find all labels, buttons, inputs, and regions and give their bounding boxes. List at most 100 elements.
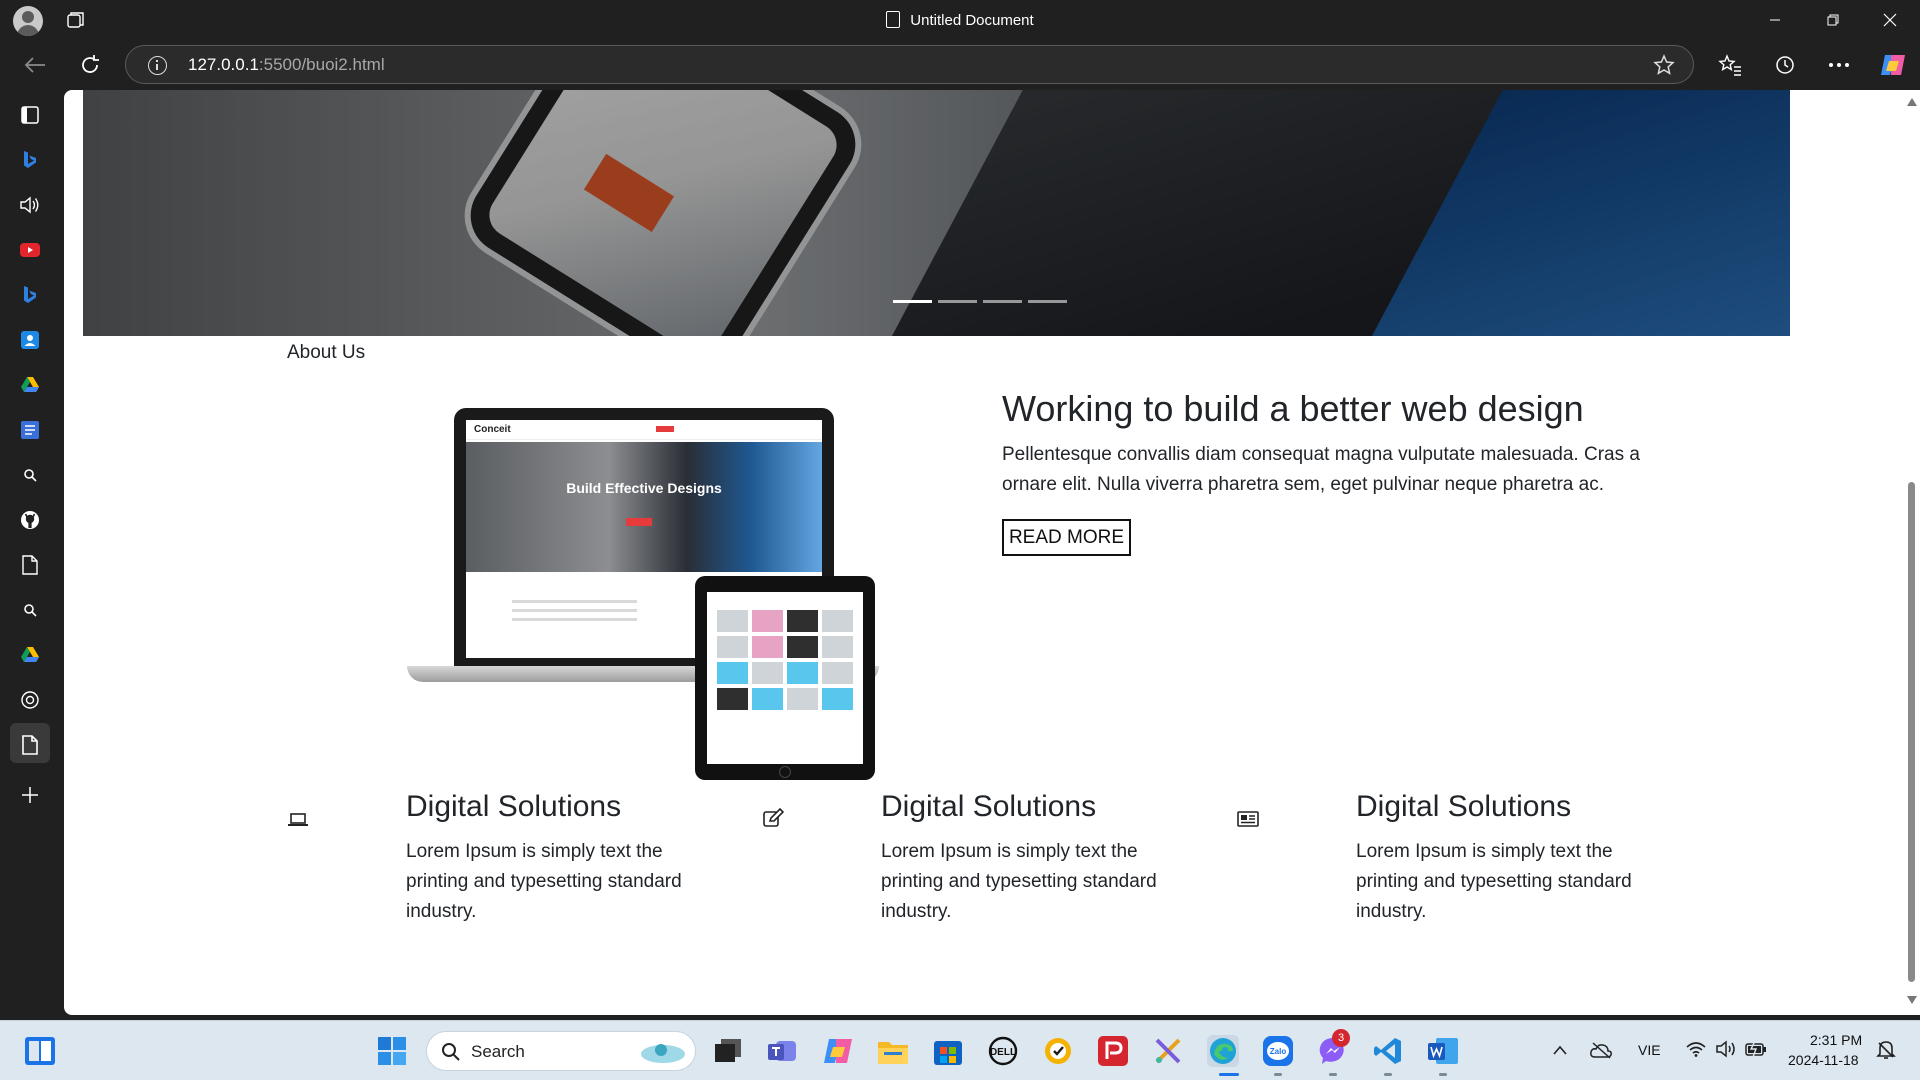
sidebar-contacts-button[interactable] xyxy=(18,328,42,352)
widgets-icon xyxy=(25,1037,55,1065)
refresh-button[interactable] xyxy=(73,48,107,82)
sidebar-youtube-button[interactable] xyxy=(18,238,42,262)
sidebar-search-2-button[interactable] xyxy=(18,598,42,622)
carousel-indicator[interactable] xyxy=(983,300,1022,303)
task-view-button[interactable] xyxy=(712,1035,744,1067)
file-explorer-app[interactable] xyxy=(877,1035,909,1067)
word-app[interactable] xyxy=(1427,1035,1459,1067)
zalo-icon: Zalo xyxy=(1263,1036,1293,1066)
page-scrollbar[interactable] xyxy=(1903,90,1920,1015)
favorite-star-icon[interactable] xyxy=(1653,54,1675,76)
search-icon xyxy=(24,469,37,482)
edit-icon xyxy=(763,808,784,827)
battery-charging-icon[interactable] xyxy=(1745,1041,1767,1057)
document-icon xyxy=(22,735,38,755)
carousel-indicators xyxy=(893,300,1067,303)
scroll-down-arrow-icon[interactable] xyxy=(1907,996,1917,1004)
vscode-app[interactable] xyxy=(1372,1035,1404,1067)
feature-title: Working to build a better web design xyxy=(1002,388,1584,429)
store-app[interactable] xyxy=(932,1035,964,1067)
sidebar-search-button[interactable] xyxy=(18,463,42,487)
sidebar-file-button[interactable] xyxy=(18,553,42,577)
sidebar-bing-button[interactable] xyxy=(18,148,42,172)
document-icon xyxy=(886,11,901,28)
google-drive-icon xyxy=(21,647,39,662)
sidebar-drive-button[interactable] xyxy=(18,373,42,397)
sidebar-chatgpt-button[interactable] xyxy=(18,688,42,712)
more-menu-button[interactable] xyxy=(1822,48,1856,82)
service-title: Digital Solutions xyxy=(1356,790,1572,823)
clock-time[interactable]: 2:31 PM xyxy=(1810,1032,1862,1048)
windows-logo-icon xyxy=(378,1037,406,1065)
back-button[interactable] xyxy=(18,48,52,82)
word-running-indicator xyxy=(1439,1073,1447,1076)
history-button[interactable] xyxy=(1768,48,1802,82)
favorites-button[interactable] xyxy=(1713,48,1747,82)
sidebar-drive-2-button[interactable] xyxy=(18,643,42,667)
more-dots-icon xyxy=(1829,63,1849,67)
minimize-button[interactable] xyxy=(1748,0,1802,40)
volume-icon[interactable] xyxy=(1716,1040,1738,1058)
sidebar-docs-button[interactable] xyxy=(18,418,42,442)
search-icon xyxy=(442,1043,460,1061)
scrollbar-thumb[interactable] xyxy=(1908,482,1915,982)
history-icon xyxy=(1776,56,1794,74)
restore-button[interactable] xyxy=(1806,0,1860,40)
edge-app[interactable] xyxy=(1207,1035,1239,1067)
copilot-button[interactable] xyxy=(1876,48,1910,82)
zalo-running-indicator xyxy=(1274,1073,1282,1076)
close-window-button[interactable] xyxy=(1863,0,1917,40)
input-language[interactable]: VIE xyxy=(1638,1042,1661,1058)
sidebar-github-button[interactable] xyxy=(18,508,42,532)
carousel-indicator[interactable] xyxy=(1028,300,1067,303)
newspaper-icon xyxy=(1237,811,1259,827)
search-icon xyxy=(24,604,37,617)
wifi-icon[interactable] xyxy=(1686,1041,1706,1057)
svg-text:Zalo: Zalo xyxy=(1270,1047,1287,1056)
folder-icon xyxy=(878,1042,908,1064)
feature-text: Pellentesque convallis diam consequat ma… xyxy=(1002,444,1640,495)
snipping-app[interactable] xyxy=(1152,1035,1184,1067)
widgets-button[interactable] xyxy=(24,1035,56,1067)
messenger-running-indicator xyxy=(1329,1073,1337,1076)
sidebar-current-page-button[interactable] xyxy=(18,733,42,757)
site-info-icon[interactable] xyxy=(148,56,167,75)
start-button[interactable] xyxy=(376,1035,408,1067)
sidebar-tabs-button[interactable] xyxy=(18,103,42,127)
read-more-button[interactable]: READ MORE xyxy=(1002,519,1131,556)
sidebar-bing-2-button[interactable] xyxy=(18,283,42,307)
taskbar-search-box[interactable]: Search xyxy=(426,1031,696,1071)
scroll-up-arrow-icon[interactable] xyxy=(1907,98,1917,106)
sidebar-add-button[interactable] xyxy=(18,783,42,807)
url-text[interactable]: 127.0.0.1:5500/buoi2.html xyxy=(188,55,385,75)
powerpoint-red-app[interactable] xyxy=(1097,1035,1129,1067)
carousel-indicator[interactable] xyxy=(893,300,932,303)
mockup-brand: Conceit xyxy=(474,424,511,435)
teams-app[interactable] xyxy=(767,1035,799,1067)
bing-icon xyxy=(24,151,36,168)
service-title: Digital Solutions xyxy=(406,790,622,823)
tray-chevron-up-icon[interactable] xyxy=(1553,1045,1567,1055)
svg-text:DELL: DELL xyxy=(990,1047,1016,1058)
mockup-tablet xyxy=(695,576,875,780)
dell-app[interactable]: DELL xyxy=(987,1035,1019,1067)
sidebar-read-aloud-button[interactable] xyxy=(18,193,42,217)
copilot-app[interactable] xyxy=(822,1035,854,1067)
service-text: Lorem Ipsum is simply text the printing … xyxy=(406,841,682,922)
dell-icon: DELL xyxy=(988,1036,1018,1066)
window-title: Untitled Document xyxy=(0,11,1920,29)
copilot-icon xyxy=(1881,55,1905,75)
zalo-app[interactable]: Zalo xyxy=(1262,1035,1294,1067)
github-icon xyxy=(21,511,39,529)
messenger-notification-badge: 3 xyxy=(1332,1029,1350,1047)
address-bar[interactable]: 127.0.0.1:5500/buoi2.html xyxy=(125,45,1694,84)
norton-app[interactable] xyxy=(1042,1035,1074,1067)
search-highlight-icon xyxy=(641,1044,685,1063)
bing-icon xyxy=(24,286,36,303)
google-drive-icon xyxy=(21,377,39,392)
carousel-indicator[interactable] xyxy=(938,300,977,303)
clock-date[interactable]: 2024-11-18 xyxy=(1788,1052,1859,1068)
notification-bell-icon[interactable] xyxy=(1876,1040,1896,1060)
windows-taskbar: Search DELL Zalo 3 VIE 2:31 PM 2024-11-1… xyxy=(0,1020,1920,1080)
onedrive-offline-icon[interactable] xyxy=(1590,1041,1612,1059)
